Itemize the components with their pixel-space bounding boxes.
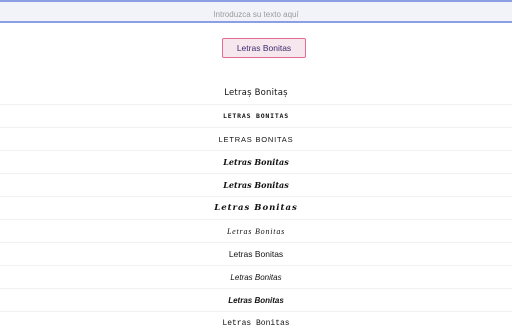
styled-text-row[interactable]: Letras Bonitas [0, 243, 512, 266]
styled-text-row[interactable]: Letras Bonitas [0, 174, 512, 197]
styled-text-list: Letraș Bonitaș LETRAS BONITAS LETRAS BON… [0, 82, 512, 334]
styled-text-row[interactable]: Letras Bonitas [0, 266, 512, 289]
text-input[interactable] [0, 5, 512, 24]
styled-text-row[interactable]: Letras Bonitas [0, 220, 512, 243]
styled-text-row[interactable]: Letras Bonitas [0, 289, 512, 312]
letras-bonitas-button[interactable]: Letras Bonitas [222, 38, 306, 58]
text-input-container [0, 0, 512, 24]
styled-text-row[interactable]: LETRAS BONITAS [0, 105, 512, 128]
styled-text-row[interactable]: Letras Bonitas [0, 151, 512, 174]
styled-text-row[interactable]: LETRAS BONITAS [0, 128, 512, 151]
styled-text-row[interactable]: Letras Bonitas [0, 197, 512, 220]
styled-text-row[interactable]: Letraș Bonitaș [0, 82, 512, 105]
styled-text-row[interactable]: Letras Bonitas [0, 312, 512, 334]
